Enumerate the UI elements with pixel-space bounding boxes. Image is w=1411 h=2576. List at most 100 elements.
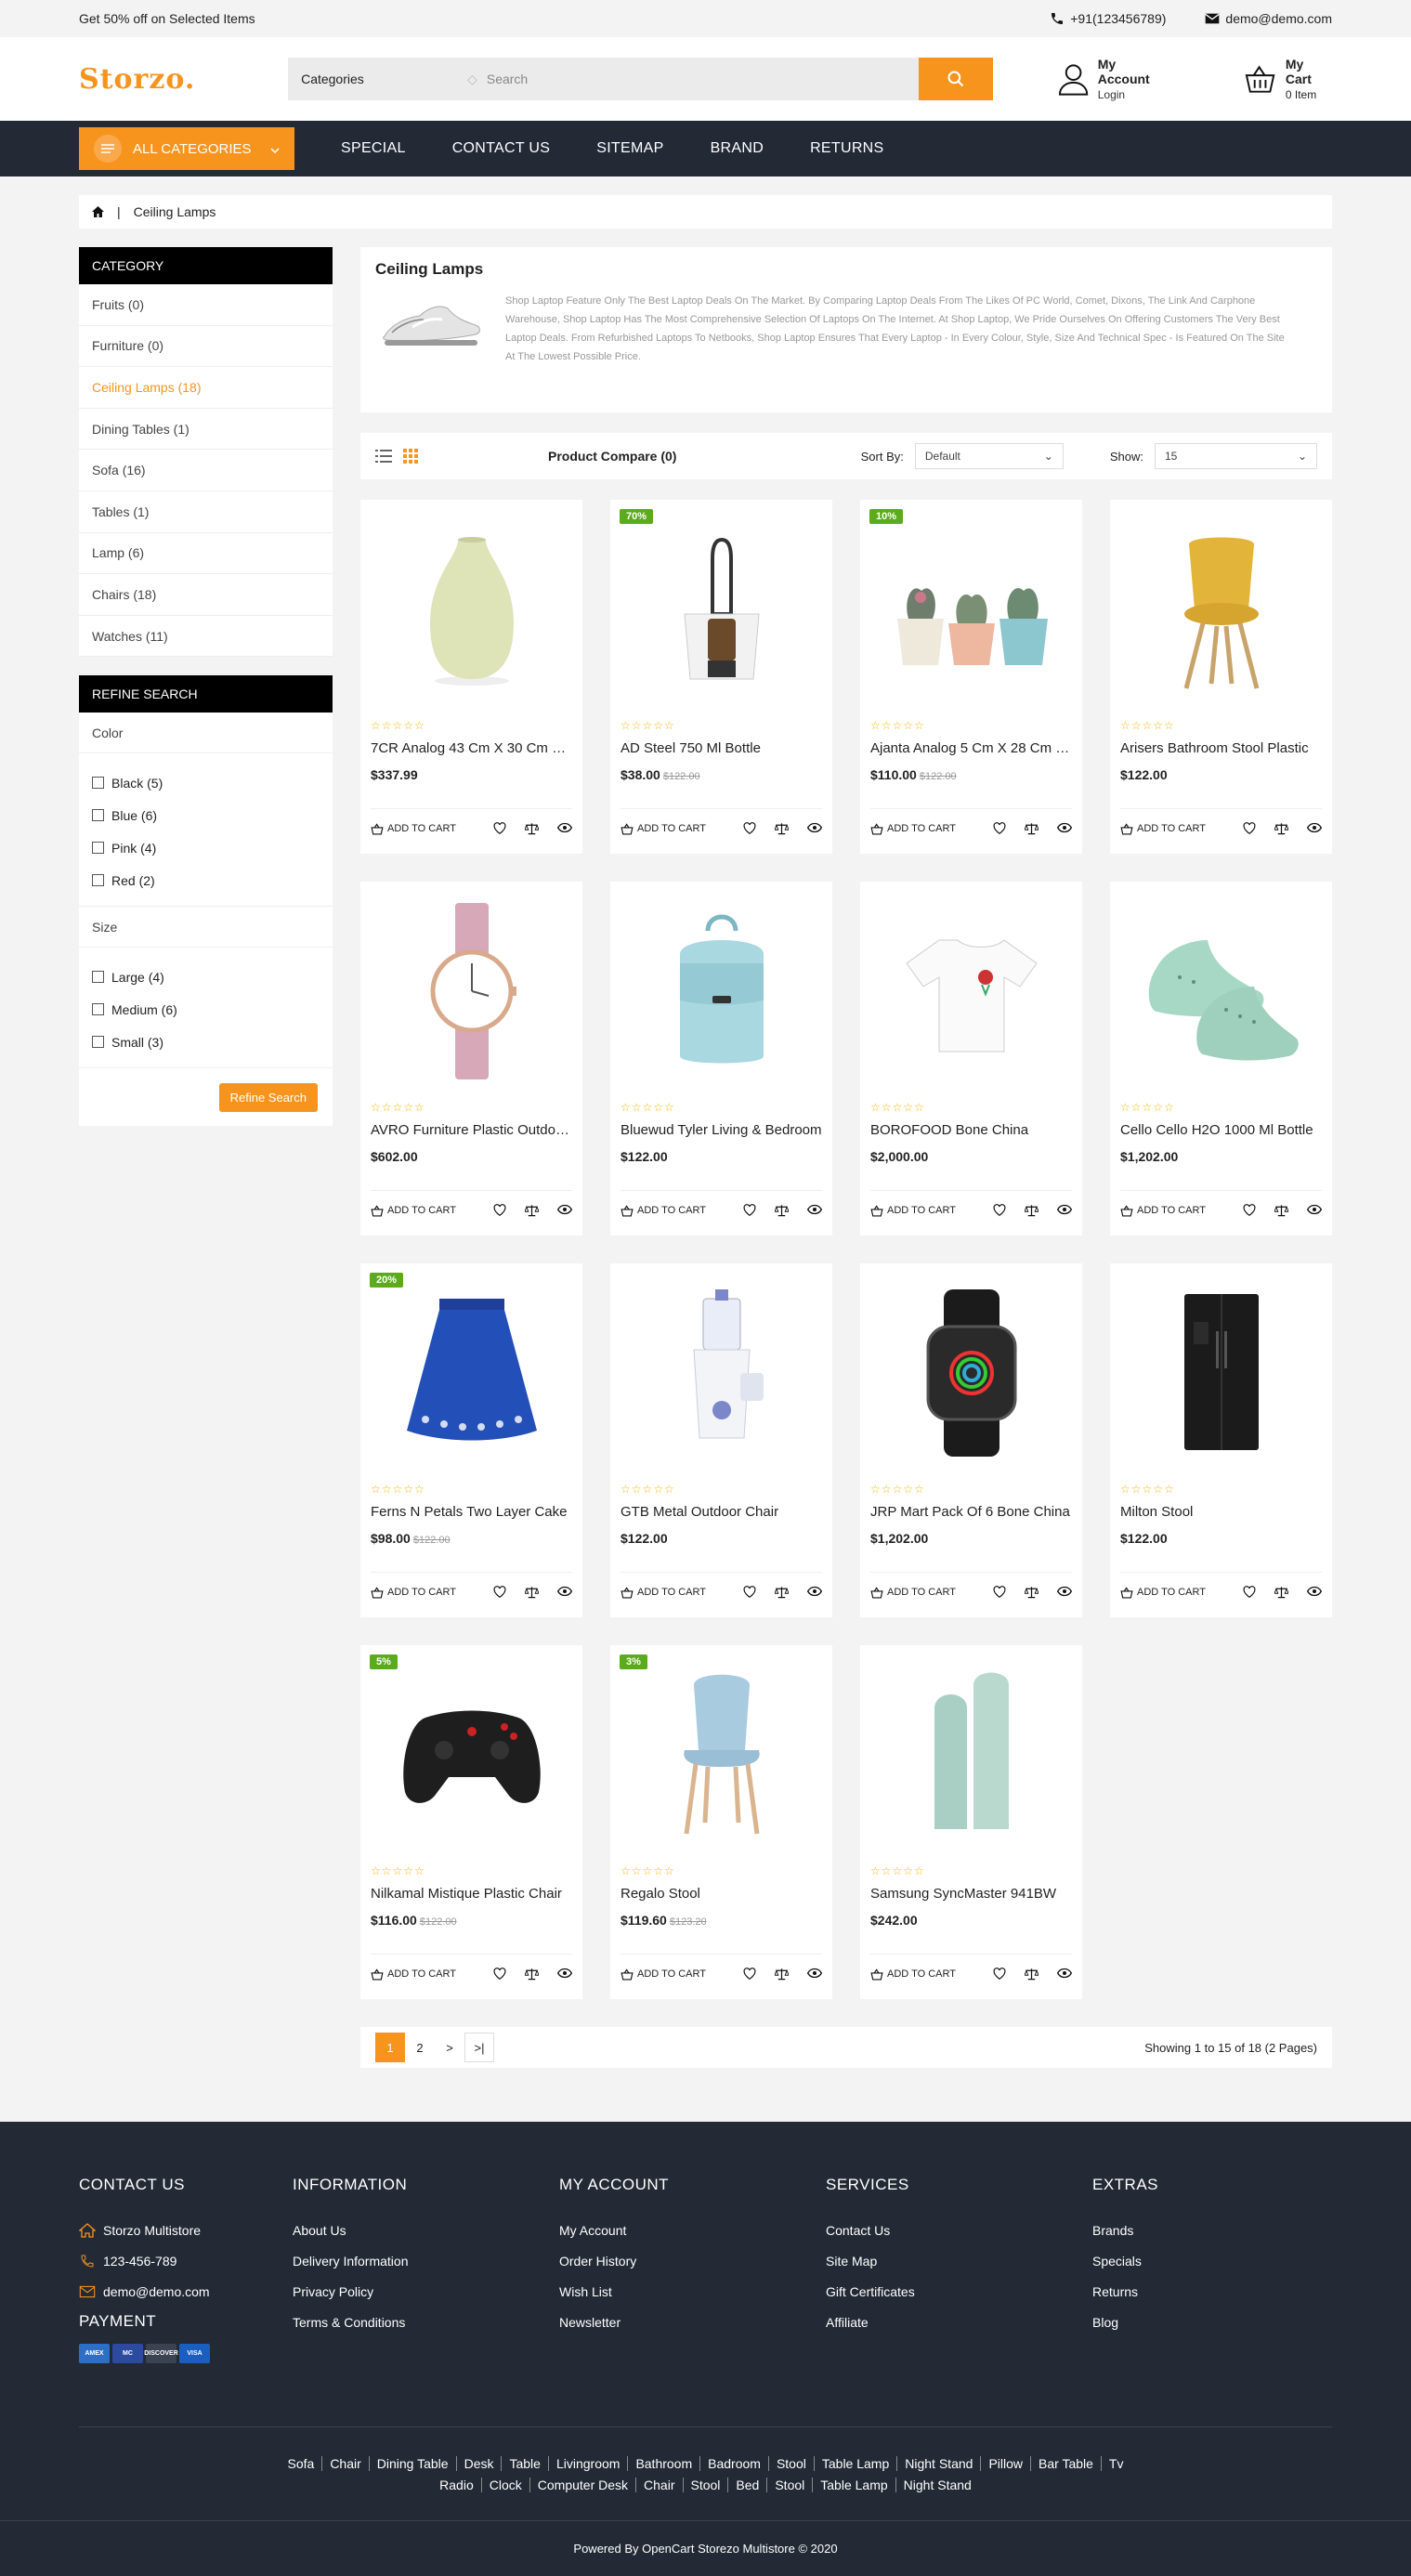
quick-view-eye-icon[interactable]: [557, 1586, 572, 1597]
compare-scale-icon[interactable]: [775, 822, 789, 835]
product-card[interactable]: 70% ☆☆☆☆☆ AD Steel 750 Ml Bottle $38.00 $122…: [610, 500, 832, 854]
footer-link[interactable]: Specials: [1092, 2245, 1332, 2276]
footer-tag-link[interactable]: Night Stand: [895, 2478, 979, 2492]
add-to-cart-button[interactable]: ADD TO CART: [1120, 822, 1206, 835]
footer-link[interactable]: Contact Us: [826, 2215, 1092, 2245]
color-filter-option[interactable]: Blue (6): [92, 799, 320, 831]
wishlist-heart-icon[interactable]: [1243, 1586, 1256, 1598]
footer-link[interactable]: Affiliate: [826, 2307, 1092, 2337]
wishlist-heart-icon[interactable]: [1243, 1204, 1256, 1216]
product-image[interactable]: [621, 1263, 822, 1483]
page-link[interactable]: 1: [375, 2033, 405, 2062]
checkbox[interactable]: [92, 971, 104, 984]
footer-tag-link[interactable]: Radio: [432, 2478, 481, 2492]
checkbox[interactable]: [92, 777, 104, 790]
wishlist-heart-icon[interactable]: [743, 1586, 756, 1598]
add-to-cart-button[interactable]: ADD TO CART: [1120, 1204, 1206, 1217]
product-image[interactable]: [870, 1645, 1072, 1864]
footer-link[interactable]: Order History: [559, 2245, 826, 2276]
footer-tag-link[interactable]: Sofa: [281, 2456, 322, 2471]
checkbox[interactable]: [92, 1003, 104, 1016]
add-to-cart-button[interactable]: ADD TO CART: [621, 1586, 706, 1599]
product-name[interactable]: AVRO Furniture Plastic Outdoor Chair: [371, 1122, 572, 1138]
add-to-cart-button[interactable]: ADD TO CART: [870, 1586, 956, 1599]
all-categories-button[interactable]: ALL CATEGORIES: [79, 127, 294, 170]
wishlist-heart-icon[interactable]: [493, 822, 506, 834]
category-item[interactable]: Sofa (16): [79, 450, 333, 491]
add-to-cart-button[interactable]: ADD TO CART: [371, 1968, 456, 1981]
footer-tag-link[interactable]: Badroom: [699, 2456, 768, 2471]
product-name[interactable]: GTB Metal Outdoor Chair: [621, 1504, 822, 1520]
product-card[interactable]: ☆☆☆☆☆ 7CR Analog 43 Cm X 30 Cm Wall Clock…: [360, 500, 582, 854]
wishlist-heart-icon[interactable]: [493, 1204, 506, 1216]
footer-tag-link[interactable]: Chair: [321, 2456, 369, 2471]
footer-link[interactable]: Returns: [1092, 2276, 1332, 2307]
product-name[interactable]: AD Steel 750 Ml Bottle: [621, 740, 822, 756]
footer-tag-link[interactable]: Dining Table: [368, 2456, 456, 2471]
search-input[interactable]: ◇ Search: [460, 58, 919, 100]
product-card[interactable]: ☆☆☆☆☆ JRP Mart Pack Of 6 Bone China $1,202…: [860, 1263, 1082, 1617]
wishlist-heart-icon[interactable]: [743, 1968, 756, 1980]
grid-view-icon[interactable]: [403, 449, 418, 464]
checkbox[interactable]: [92, 809, 104, 822]
footer-tag-link[interactable]: Table Lamp: [812, 2478, 895, 2492]
product-name[interactable]: Ajanta Analog 5 Cm X 28 Cm Wall Clock: [870, 740, 1072, 756]
site-logo[interactable]: Storzo.: [79, 63, 288, 96]
breadcrumb-current[interactable]: Ceiling Lamps: [134, 204, 216, 219]
footer-link[interactable]: Newsletter: [559, 2307, 826, 2337]
quick-view-eye-icon[interactable]: [557, 1204, 572, 1215]
footer-tag-link[interactable]: Stool: [682, 2478, 728, 2492]
add-to-cart-button[interactable]: ADD TO CART: [1120, 1586, 1206, 1599]
home-icon[interactable]: [92, 206, 104, 217]
product-name[interactable]: JRP Mart Pack Of 6 Bone China: [870, 1504, 1072, 1520]
sort-select[interactable]: Default ⌄: [914, 443, 1064, 469]
product-name[interactable]: Milton Stool: [1120, 1504, 1322, 1520]
product-image[interactable]: [870, 500, 1072, 719]
product-image[interactable]: [1120, 1263, 1322, 1483]
category-item[interactable]: Fruits (0): [79, 284, 333, 326]
compare-scale-icon[interactable]: [1025, 1586, 1039, 1599]
footer-tag-link[interactable]: Stool: [766, 2478, 813, 2492]
footer-tag-link[interactable]: Bathroom: [627, 2456, 700, 2471]
product-card[interactable]: ☆☆☆☆☆ Bluewud Tyler Living & Bedroom $122.…: [610, 882, 832, 1236]
page-link[interactable]: >: [435, 2033, 464, 2062]
category-item[interactable]: Tables (1): [79, 491, 333, 533]
add-to-cart-button[interactable]: ADD TO CART: [870, 1204, 956, 1217]
product-card[interactable]: 10% ☆☆☆☆☆ Ajanta Analog 5 Cm X 28 Cm Wall …: [860, 500, 1082, 854]
footer-link[interactable]: Terms & Conditions: [293, 2307, 559, 2337]
product-card[interactable]: ☆☆☆☆☆ Milton Stool $122.00 ADD TO CART: [1110, 1263, 1332, 1617]
search-category-select[interactable]: Categories: [288, 58, 461, 100]
checkbox[interactable]: [92, 842, 104, 855]
compare-scale-icon[interactable]: [525, 1968, 539, 1981]
product-image[interactable]: [621, 1645, 822, 1864]
category-item[interactable]: Dining Tables (1): [79, 409, 333, 451]
quick-view-eye-icon[interactable]: [1057, 1204, 1072, 1215]
footer-link[interactable]: Site Map: [826, 2245, 1092, 2276]
footer-link[interactable]: Delivery Information: [293, 2245, 559, 2276]
product-name[interactable]: Bluewud Tyler Living & Bedroom: [621, 1122, 822, 1138]
compare-scale-icon[interactable]: [1025, 1968, 1039, 1981]
add-to-cart-button[interactable]: ADD TO CART: [621, 822, 706, 835]
add-to-cart-button[interactable]: ADD TO CART: [870, 822, 956, 835]
size-filter-option[interactable]: Large (4): [92, 961, 320, 993]
phone-contact[interactable]: +91(123456789): [1050, 11, 1166, 26]
quick-view-eye-icon[interactable]: [557, 1968, 572, 1979]
footer-link[interactable]: About Us: [293, 2215, 559, 2245]
product-image[interactable]: [870, 882, 1072, 1101]
product-image[interactable]: [621, 500, 822, 719]
limit-select[interactable]: 15 ⌄: [1155, 443, 1317, 469]
product-image[interactable]: [1120, 500, 1322, 719]
quick-view-eye-icon[interactable]: [807, 1586, 822, 1597]
wishlist-heart-icon[interactable]: [993, 1204, 1006, 1216]
footer-link[interactable]: Brands: [1092, 2215, 1332, 2245]
size-filter-option[interactable]: Small (3): [92, 1026, 320, 1058]
quick-view-eye-icon[interactable]: [1057, 1968, 1072, 1979]
wishlist-heart-icon[interactable]: [993, 822, 1006, 834]
product-name[interactable]: BOROFOOD Bone China: [870, 1122, 1072, 1138]
footer-tag-link[interactable]: Computer Desk: [529, 2478, 636, 2492]
product-name[interactable]: 7CR Analog 43 Cm X 30 Cm Wall Clock: [371, 740, 572, 756]
checkbox[interactable]: [92, 1036, 104, 1049]
page-link[interactable]: >|: [464, 2033, 494, 2062]
wishlist-heart-icon[interactable]: [743, 822, 756, 834]
quick-view-eye-icon[interactable]: [1307, 1586, 1322, 1597]
